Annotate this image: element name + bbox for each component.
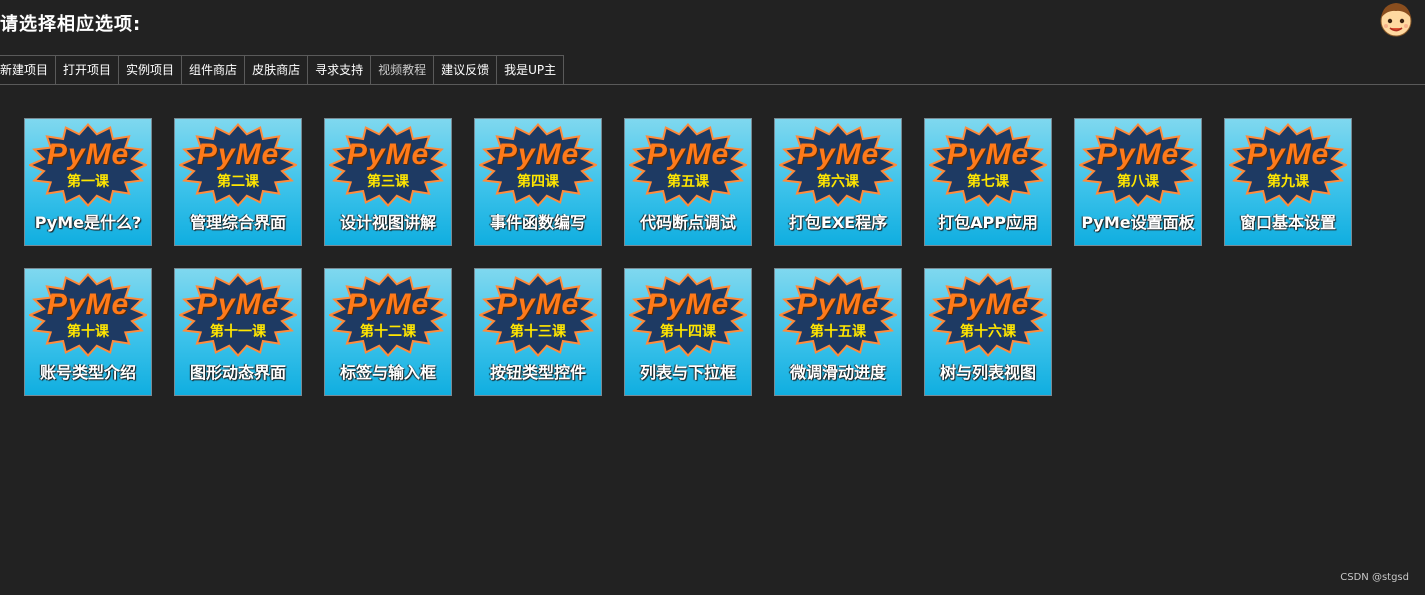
tile-caption: 图形动态界面 [189, 363, 286, 382]
tile-lesson-number: 第四课 [517, 174, 559, 190]
lesson-tile-3[interactable]: PyMe 第三课设计视图讲解 [324, 118, 452, 246]
tab-9[interactable]: 我是UP主 [496, 55, 565, 84]
tile-lesson-number: 第九课 [1267, 174, 1309, 190]
tile-brand: PyMe [796, 138, 880, 171]
avatar-icon[interactable] [1377, 0, 1415, 38]
lesson-tile-5[interactable]: PyMe 第五课代码断点调试 [624, 118, 752, 246]
tile-brand: PyMe [346, 288, 430, 321]
lesson-tile-11[interactable]: PyMe 第十一课图形动态界面 [174, 268, 302, 396]
tile-lesson-number: 第一课 [67, 174, 109, 190]
tab-7[interactable]: 视频教程 [370, 55, 435, 84]
lesson-tile-1[interactable]: PyMe 第一课 PyMe是什么? [24, 118, 152, 246]
lesson-tile-15[interactable]: PyMe 第十五课微调滑动进度 [774, 268, 902, 396]
tile-lesson-number: 第十三课 [510, 324, 566, 340]
tile-brand: PyMe [646, 138, 730, 171]
lesson-tile-7[interactable]: PyMe 第七课打包APP应用 [924, 118, 1052, 246]
page-title: 请选择相应选项: [0, 14, 142, 35]
tile-brand: PyMe [1096, 138, 1180, 171]
tile-brand: PyMe [46, 288, 130, 321]
tile-lesson-number: 第十六课 [960, 324, 1016, 340]
tile-caption: 标签与输入框 [339, 363, 436, 382]
lesson-tile-8[interactable]: PyMe 第八课 PyMe设置面板 [1074, 118, 1202, 246]
tile-lesson-number: 第二课 [217, 174, 259, 190]
tile-lesson-number: 第八课 [1117, 174, 1159, 190]
tile-caption: 账号类型介绍 [39, 363, 136, 382]
tile-brand: PyMe [196, 288, 280, 321]
tile-lesson-number: 第十四课 [660, 324, 716, 340]
tile-brand: PyMe [496, 288, 580, 321]
lesson-tile-16[interactable]: PyMe 第十六课树与列表视图 [924, 268, 1052, 396]
tab-2[interactable]: 打开项目 [55, 55, 120, 84]
tile-brand: PyMe [946, 138, 1030, 171]
tile-lesson-number: 第十五课 [810, 324, 866, 340]
tab-1[interactable]: 新建项目 [0, 55, 57, 84]
tile-lesson-number: 第七课 [967, 174, 1009, 190]
tile-lesson-number: 第十一课 [210, 324, 266, 340]
watermark: CSDN @stgsd [1340, 572, 1409, 583]
tile-brand: PyMe [946, 288, 1030, 321]
tile-lesson-number: 第五课 [667, 174, 709, 190]
lesson-tile-6[interactable]: PyMe 第六课打包EXE程序 [774, 118, 902, 246]
tile-caption: PyMe设置面板 [1081, 213, 1195, 232]
tile-caption: 打包EXE程序 [788, 213, 888, 232]
tile-brand: PyMe [346, 138, 430, 171]
tile-caption: 按钮类型控件 [489, 363, 586, 382]
tile-caption: 代码断点调试 [639, 213, 736, 232]
tile-caption: 树与列表视图 [939, 363, 1036, 382]
tile-brand: PyMe [646, 288, 730, 321]
tile-caption: 设计视图讲解 [339, 213, 436, 232]
main-tab-bar: 新建项目 打开项目 实例项目 组件商店 皮肤商店 寻求支持 视频教程 建议反馈 我是UP主 [0, 55, 565, 85]
tile-brand: PyMe [1246, 138, 1330, 171]
tile-brand: PyMe [496, 138, 580, 171]
tile-caption: PyMe是什么? [34, 213, 142, 232]
tile-caption: 打包APP应用 [938, 213, 1038, 232]
tab-4[interactable]: 组件商店 [181, 55, 246, 84]
tile-caption: 列表与下拉框 [639, 363, 736, 382]
tile-caption: 微调滑动进度 [789, 363, 886, 382]
tile-caption: 事件函数编写 [489, 213, 586, 232]
lesson-tile-2[interactable]: PyMe 第二课管理综合界面 [174, 118, 302, 246]
tab-3[interactable]: 实例项目 [118, 55, 183, 84]
lesson-tile-4[interactable]: PyMe 第四课事件函数编写 [474, 118, 602, 246]
tile-caption: 管理综合界面 [189, 213, 286, 232]
tile-lesson-number: 第十二课 [360, 324, 416, 340]
tab-8[interactable]: 建议反馈 [433, 55, 498, 84]
tile-lesson-number: 第十课 [67, 324, 109, 340]
tab-5[interactable]: 皮肤商店 [244, 55, 309, 84]
video-tutorial-page: 请选择相应选项: 新建项目 打开项目 实例项目 组件商店 皮肤商店 寻求支持 视频教程 建议反… [0, 0, 1425, 595]
lesson-tile-10[interactable]: PyMe 第十课账号类型介绍 [24, 268, 152, 396]
tile-brand: PyMe [196, 138, 280, 171]
lesson-tile-12[interactable]: PyMe 第十二课标签与输入框 [324, 268, 452, 396]
tile-lesson-number: 第六课 [817, 174, 859, 190]
lesson-tile-14[interactable]: PyMe 第十四课列表与下拉框 [624, 268, 752, 396]
tile-brand: PyMe [46, 138, 130, 171]
tile-brand: PyMe [796, 288, 880, 321]
tab-6[interactable]: 寻求支持 [307, 55, 372, 84]
lesson-tile-13[interactable]: PyMe 第十三课按钮类型控件 [474, 268, 602, 396]
tile-lesson-number: 第三课 [367, 174, 409, 190]
tile-caption: 窗口基本设置 [1239, 213, 1336, 232]
tab-divider [0, 84, 1425, 85]
lesson-tile-9[interactable]: PyMe 第九课窗口基本设置 [1224, 118, 1352, 246]
